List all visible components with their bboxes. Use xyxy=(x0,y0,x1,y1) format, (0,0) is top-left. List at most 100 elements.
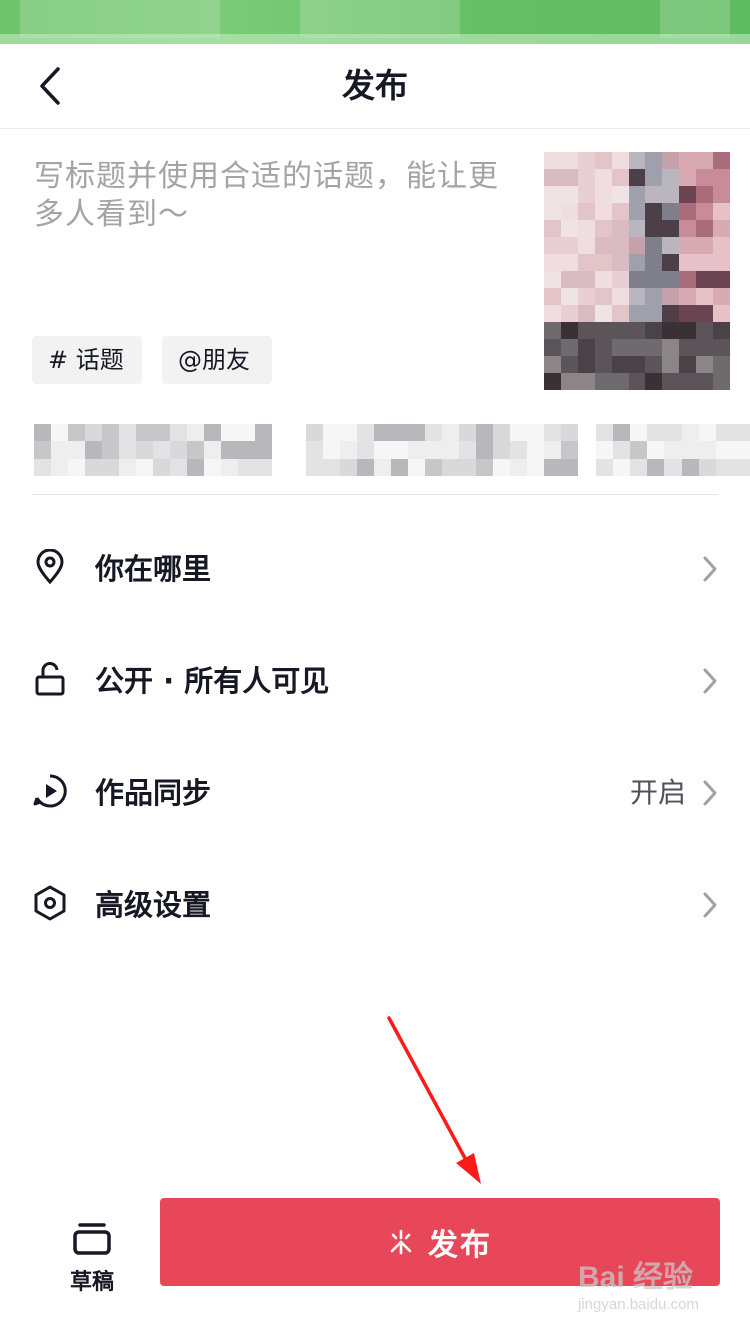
mosaic-pixel xyxy=(630,441,648,460)
mosaic-pixel xyxy=(170,458,188,476)
mosaic-pixel xyxy=(679,288,697,306)
mosaic-pixel xyxy=(613,424,631,442)
mosaic-pixel xyxy=(560,220,579,238)
menu-item-location[interactable]: 你在哪里 xyxy=(0,513,750,625)
mosaic-pixel xyxy=(696,288,714,306)
hexagon-settings-icon xyxy=(34,885,66,921)
mosaic-pixel xyxy=(170,424,188,442)
topic-suggestion-blurred xyxy=(34,424,272,476)
mosaic-pixel xyxy=(577,271,596,289)
status-blur-block xyxy=(660,0,730,38)
topic-suggestion-blurred xyxy=(306,424,578,476)
drafts-label: 草稿 xyxy=(69,1270,114,1295)
mosaic-pixel xyxy=(459,424,477,442)
menu-item-advanced-settings[interactable]: 高级设置 xyxy=(0,849,750,961)
mosaic-pixel xyxy=(630,458,648,476)
topic-suggestion-blurred xyxy=(596,424,750,476)
mosaic-pixel xyxy=(662,203,680,221)
mosaic-pixel xyxy=(662,254,680,272)
baidu-jingyan-watermark: Bai 经验 jingyan.baidu.com xyxy=(578,1252,738,1324)
mosaic-pixel xyxy=(221,458,239,476)
mosaic-pixel xyxy=(662,169,680,187)
mosaic-pixel xyxy=(255,424,272,442)
mosaic-pixel xyxy=(713,254,730,272)
mosaic-pixel xyxy=(102,424,120,442)
mosaic-pixel xyxy=(221,441,239,460)
mosaic-pixel xyxy=(645,186,663,204)
mosaic-pixel xyxy=(560,339,579,357)
menu-item-visibility[interactable]: 公开 · 所有人可见 xyxy=(0,625,750,737)
mosaic-pixel xyxy=(34,458,52,476)
mosaic-pixel xyxy=(102,458,120,476)
mosaic-pixel xyxy=(696,186,714,204)
mosaic-pixel xyxy=(628,271,646,289)
mosaic-pixel xyxy=(374,458,392,476)
mosaic-pixel xyxy=(628,203,646,221)
mosaic-pixel xyxy=(713,339,730,357)
mosaic-pixel xyxy=(594,220,613,238)
mosaic-pixel xyxy=(221,424,239,442)
mosaic-pixel xyxy=(153,458,171,476)
mosaic-pixel xyxy=(238,424,256,442)
mosaic-pixel xyxy=(425,441,443,460)
mosaic-pixel xyxy=(391,458,409,476)
mosaic-pixel xyxy=(713,305,730,323)
mosaic-pixel xyxy=(696,169,714,187)
mosaic-pixel xyxy=(544,373,562,390)
mosaic-pixel xyxy=(662,339,680,357)
mosaic-pixel xyxy=(611,339,630,357)
mosaic-pixel xyxy=(698,424,717,442)
drafts-button[interactable]: 草稿 xyxy=(56,1200,128,1295)
menu-item-sync[interactable]: 作品同步 开启 xyxy=(0,737,750,849)
mosaic-pixel xyxy=(647,441,665,460)
mosaic-pixel xyxy=(647,424,665,442)
mosaic-pixel xyxy=(628,254,646,272)
mosaic-pixel xyxy=(611,152,630,170)
mosaic-pixel xyxy=(715,441,734,460)
mosaic-pixel xyxy=(696,305,714,323)
mosaic-pixel xyxy=(645,254,663,272)
mosaic-pixel xyxy=(662,305,680,323)
mosaic-pixel xyxy=(476,458,494,476)
mosaic-pixel xyxy=(645,152,663,170)
mosaic-pixel xyxy=(374,441,392,460)
mosaic-pixel xyxy=(442,424,460,442)
mosaic-pixel xyxy=(136,458,154,476)
topic-chip-button[interactable]: # 话题 xyxy=(32,336,142,384)
mosaic-pixel xyxy=(715,458,734,476)
mosaic-pixel xyxy=(713,203,730,221)
mosaic-pixel xyxy=(577,254,596,272)
mosaic-pixel xyxy=(679,339,697,357)
mosaic-pixel xyxy=(544,254,562,272)
mention-friend-button[interactable]: @朋友 xyxy=(162,336,272,384)
mosaic-pixel xyxy=(544,288,562,306)
mosaic-pixel xyxy=(51,458,69,476)
mosaic-pixel xyxy=(34,424,52,442)
caption-input[interactable]: 写标题并使用合适的话题，能让更多人看到～ xyxy=(34,158,504,234)
menu-item-label: 你在哪里 xyxy=(95,552,212,586)
mosaic-pixel xyxy=(713,322,730,340)
mosaic-pixel xyxy=(544,356,562,374)
sparkle-icon xyxy=(390,1229,412,1255)
mosaic-pixel xyxy=(628,169,646,187)
mosaic-pixel xyxy=(613,458,631,476)
mosaic-pixel xyxy=(544,322,562,340)
status-blur-block xyxy=(20,0,220,38)
mosaic-pixel xyxy=(560,288,579,306)
chevron-right-icon xyxy=(703,892,717,918)
mosaic-pixel xyxy=(493,458,511,476)
mosaic-pixel xyxy=(662,237,680,255)
mosaic-pixel xyxy=(577,373,596,390)
mosaic-pixel xyxy=(238,441,256,460)
mosaic-pixel xyxy=(662,322,680,340)
page-title: 发布 xyxy=(342,66,408,105)
mosaic-pixel xyxy=(679,373,697,390)
mosaic-pixel xyxy=(493,424,511,442)
menu-item-label: 高级设置 xyxy=(95,888,212,922)
mosaic-pixel xyxy=(594,186,613,204)
video-cover-thumbnail[interactable] xyxy=(544,152,730,390)
mosaic-pixel xyxy=(68,441,86,460)
mosaic-pixel xyxy=(696,203,714,221)
mosaic-pixel xyxy=(662,220,680,238)
mosaic-pixel xyxy=(425,424,443,442)
